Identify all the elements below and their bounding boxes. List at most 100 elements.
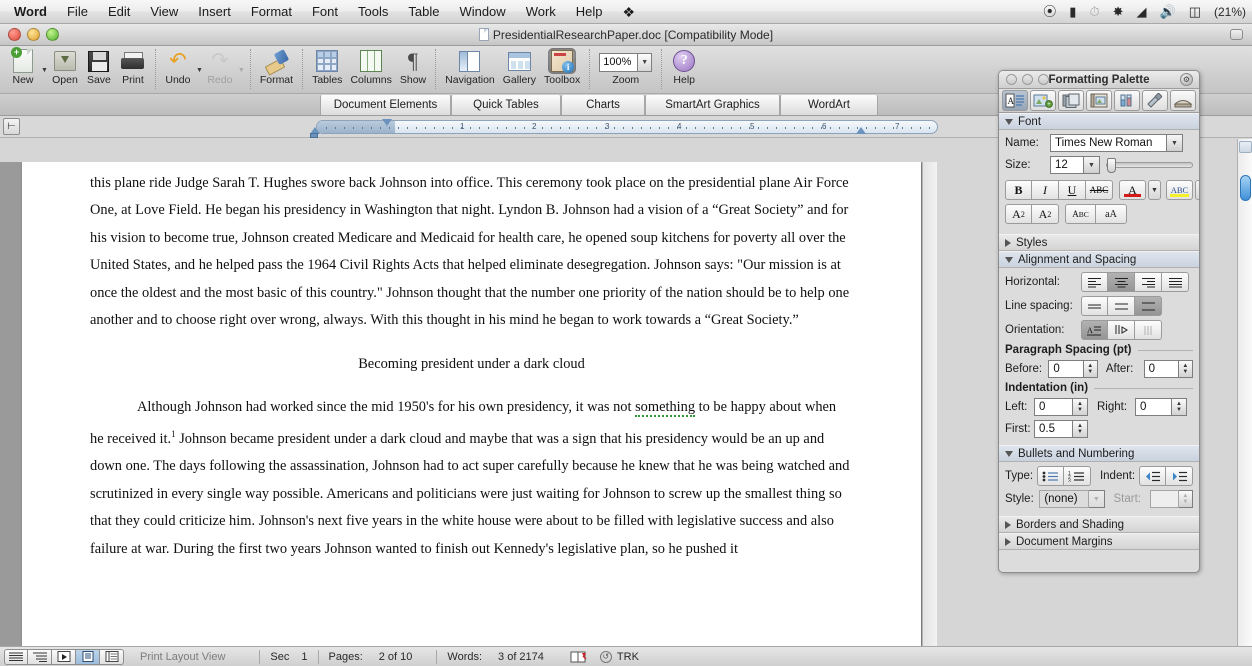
bullet-style-dropdown-icon[interactable]: ▼ — [1089, 490, 1105, 508]
zoom-input[interactable]: 100% — [599, 53, 638, 72]
orientation-vertical-button[interactable] — [1108, 320, 1135, 340]
horizontal-ruler[interactable]: 1 2 3 4 5 6 7 — [316, 120, 938, 134]
menu-item-insert[interactable]: Insert — [188, 0, 241, 24]
section-header-margins[interactable]: Document Margins — [999, 533, 1199, 550]
track-changes-icon[interactable]: ↺ — [599, 650, 612, 663]
toolbox-button[interactable]: Toolbox — [540, 48, 584, 86]
format-button[interactable]: Format — [256, 48, 297, 86]
new-button-caret[interactable]: ▼ — [41, 67, 48, 74]
decrease-indent-button[interactable] — [1139, 466, 1166, 486]
spell-check-icon[interactable] — [570, 650, 588, 664]
new-button[interactable]: + New — [6, 47, 40, 86]
align-right-button[interactable] — [1135, 272, 1162, 292]
close-button[interactable] — [8, 28, 21, 41]
font-name-dropdown-icon[interactable]: ▼ — [1167, 134, 1183, 152]
redo-button-caret[interactable]: ▼ — [238, 67, 245, 74]
scrollbar-split-button[interactable] — [1239, 141, 1252, 153]
minimize-button[interactable] — [27, 28, 40, 41]
tab-smartart-graphics[interactable]: SmartArt Graphics — [645, 94, 780, 115]
font-name-input[interactable]: Times New Roman — [1050, 134, 1167, 152]
indent-right-input[interactable]: 0 — [1135, 398, 1172, 416]
help-button[interactable]: ? Help — [667, 48, 701, 86]
time-machine-icon[interactable]: ⏱ — [1089, 0, 1099, 24]
bold-button[interactable]: B — [1005, 180, 1032, 200]
section-header-styles[interactable]: Styles — [999, 234, 1199, 251]
italic-button[interactable]: I — [1032, 180, 1059, 200]
align-left-button[interactable] — [1081, 272, 1108, 292]
paragraph-body-2[interactable]: Although Johnson had worked since the mi… — [90, 394, 853, 563]
orientation-rotate-button[interactable] — [1135, 320, 1162, 340]
menu-item-window[interactable]: Window — [449, 0, 515, 24]
bullet-style-input[interactable]: (none) — [1039, 490, 1090, 508]
menu-item-view[interactable]: View — [140, 0, 188, 24]
indent-first-stepper[interactable]: ▲ ▼ — [1073, 420, 1088, 438]
zoom-dropdown-icon[interactable]: ▼ — [637, 53, 653, 72]
change-case-button[interactable]: aA — [1096, 204, 1127, 224]
subscript-button[interactable]: A2 — [1032, 204, 1059, 224]
menu-item-format[interactable]: Format — [241, 0, 302, 24]
citations-palette-icon[interactable] — [1058, 90, 1084, 111]
highlight-button[interactable]: ABC — [1166, 180, 1193, 200]
page-content[interactable]: this plane ride Judge Sarah T. Hughes sw… — [22, 162, 921, 563]
navigation-button[interactable]: Navigation — [441, 48, 499, 86]
undo-button-caret[interactable]: ▼ — [196, 67, 203, 74]
document-vertical-scrollbar[interactable] — [922, 162, 937, 646]
zoom-window-button[interactable] — [46, 28, 59, 41]
columns-button[interactable]: Columns — [346, 48, 395, 86]
zoom-control[interactable]: 100% ▼ Zoom — [595, 48, 656, 86]
scrapbook-palette-icon[interactable] — [1086, 90, 1112, 111]
undo-button[interactable]: ↶ Undo — [161, 48, 195, 86]
highlight-dropdown-icon[interactable]: ▼ — [1195, 180, 1199, 200]
font-size-dropdown-icon[interactable]: ▼ — [1084, 156, 1100, 174]
dropbox-icon[interactable]: ⦿ — [1043, 0, 1056, 24]
section-header-alignment[interactable]: Alignment and Spacing — [999, 251, 1199, 268]
wifi-icon[interactable]: ◢ — [1137, 0, 1147, 24]
document-scroll-area[interactable]: this plane ride Judge Sarah T. Hughes sw… — [0, 162, 937, 646]
spacing-before-stepper[interactable]: ▲ ▼ — [1083, 360, 1098, 378]
open-button[interactable]: Open — [48, 48, 82, 86]
toolbox-settings-icon[interactable] — [1170, 90, 1196, 111]
strikethrough-button[interactable]: ABC — [1086, 180, 1113, 200]
formatting-palette[interactable]: Formatting Palette ⚙ A + Font Name: Time… — [998, 70, 1200, 573]
orientation-horizontal-button[interactable]: A — [1081, 320, 1108, 340]
spacing-before-input[interactable]: 0 — [1048, 360, 1084, 378]
spacing-after-stepper[interactable]: ▲ ▼ — [1178, 360, 1193, 378]
menu-item-help[interactable]: Help — [566, 0, 613, 24]
tab-wordart[interactable]: WordArt — [780, 94, 878, 115]
indent-right-stepper[interactable]: ▲ ▼ — [1172, 398, 1187, 416]
increase-indent-button[interactable] — [1166, 466, 1193, 486]
align-center-button[interactable] — [1108, 272, 1135, 292]
spotlight-icon[interactable]: ❖ — [613, 0, 646, 24]
section-header-borders[interactable]: Borders and Shading — [999, 516, 1199, 533]
document-proxy-icon[interactable] — [478, 28, 489, 41]
draft-view-button[interactable] — [4, 648, 28, 665]
tab-charts[interactable]: Charts — [561, 94, 645, 115]
reference-tools-icon[interactable] — [1114, 90, 1140, 111]
indent-left-input[interactable]: 0 — [1034, 398, 1073, 416]
tables-button[interactable]: Tables — [308, 48, 346, 86]
font-color-button[interactable]: A — [1119, 180, 1146, 200]
line-spacing-single-button[interactable] — [1081, 296, 1108, 316]
menu-item-font[interactable]: Font — [302, 0, 348, 24]
window-vertical-scrollbar[interactable] — [1237, 139, 1252, 666]
numbered-list-button[interactable]: 123 — [1063, 466, 1091, 486]
font-size-input[interactable]: 12 — [1050, 156, 1084, 174]
notebook-layout-button[interactable] — [100, 648, 124, 665]
left-margin-marker[interactable] — [310, 133, 318, 138]
indent-first-input[interactable]: 0.5 — [1034, 420, 1073, 438]
font-size-slider-thumb[interactable] — [1107, 158, 1116, 173]
right-indent-marker[interactable] — [856, 127, 866, 134]
display-icon[interactable]: ▮ — [1069, 0, 1076, 24]
compatibility-report-icon[interactable] — [1142, 90, 1168, 111]
small-caps-button[interactable]: A BC — [1065, 204, 1096, 224]
document-page[interactable]: this plane ride Judge Sarah T. Hughes sw… — [22, 162, 921, 646]
tab-quick-tables[interactable]: Quick Tables — [451, 94, 561, 115]
bluetooth-icon[interactable]: ✸ — [1113, 0, 1124, 24]
indent-left-stepper[interactable]: ▲ ▼ — [1073, 398, 1088, 416]
menu-item-table[interactable]: Table — [398, 0, 449, 24]
save-button[interactable]: Save — [82, 48, 116, 86]
menu-item-file[interactable]: File — [57, 0, 98, 24]
menu-item-word[interactable]: Word — [0, 0, 57, 24]
align-justify-button[interactable] — [1162, 272, 1189, 292]
font-size-slider[interactable] — [1106, 158, 1193, 173]
